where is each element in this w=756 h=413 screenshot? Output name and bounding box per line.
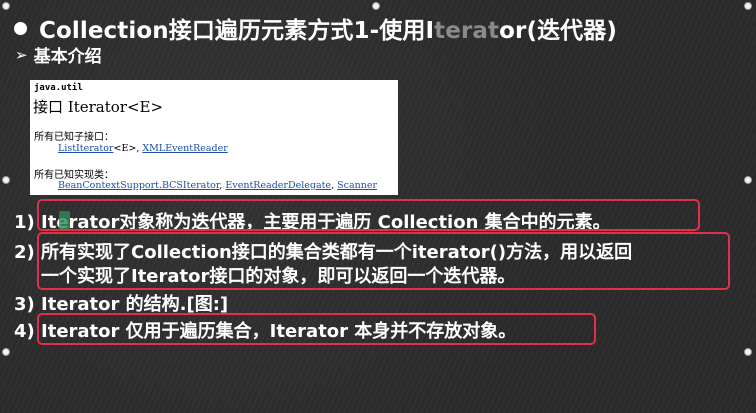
link-xmleventreader[interactable]: XMLEventReader — [142, 143, 227, 154]
implementing-classes-list: BeanContextSupport.BCSIterator, EventRea… — [58, 180, 377, 191]
package-name: java.util — [34, 83, 83, 93]
resize-handle-middle-right[interactable] — [744, 176, 752, 184]
slide-subtitle[interactable]: 基本介绍 — [34, 42, 102, 67]
annotation-box-2 — [37, 232, 730, 290]
slide-title[interactable]: Collection接口遍历元素方式1-使用Iterator(迭代器) — [39, 11, 617, 45]
link-bcsiterator[interactable]: BeanContextSupport.BCSIterator — [58, 180, 219, 191]
title-text-start: Collection接口遍历元素方式1-使用I — [39, 18, 435, 44]
link-scanner[interactable]: Scanner — [337, 180, 377, 191]
annotation-box-1 — [37, 199, 700, 231]
title-text-selected: terat — [434, 18, 500, 44]
listiterator-type-param: <E>, — [113, 143, 143, 154]
subinterfaces-list: ListIterator<E>, XMLEventReader — [58, 143, 228, 154]
resize-handle-bottom-left[interactable] — [2, 348, 10, 356]
resize-handle-middle-left[interactable] — [2, 176, 10, 184]
resize-handle-top-right[interactable] — [744, 2, 752, 10]
known-implementing-classes-label: 所有已知实现类： — [34, 170, 114, 181]
known-subinterfaces-label: 所有已知子接口： — [34, 132, 114, 143]
bullet-icon — [14, 21, 27, 35]
link-eventreaderdelegate[interactable]: EventReaderDelegate — [225, 180, 331, 191]
javadoc-screenshot: java.util 接口 Iterator<E> 所有已知子接口： ListIt… — [30, 80, 398, 195]
arrow-bullet-icon: ➢ — [15, 45, 28, 64]
link-listiterator[interactable]: ListIterator — [58, 143, 114, 154]
resize-handle-top-left[interactable] — [2, 2, 10, 10]
slide-title-row: Collection接口遍历元素方式1-使用Iterator(迭代器) — [14, 12, 617, 44]
resize-handle-bottom-right[interactable] — [744, 348, 752, 356]
resize-handle-top-center[interactable] — [372, 2, 380, 10]
interface-title: 接口 Iterator<E> — [33, 98, 164, 116]
title-text-end: or(迭代器) — [499, 18, 617, 44]
annotation-box-4 — [37, 313, 596, 345]
subtitle-row: ➢ 基本介绍 — [15, 42, 102, 68]
